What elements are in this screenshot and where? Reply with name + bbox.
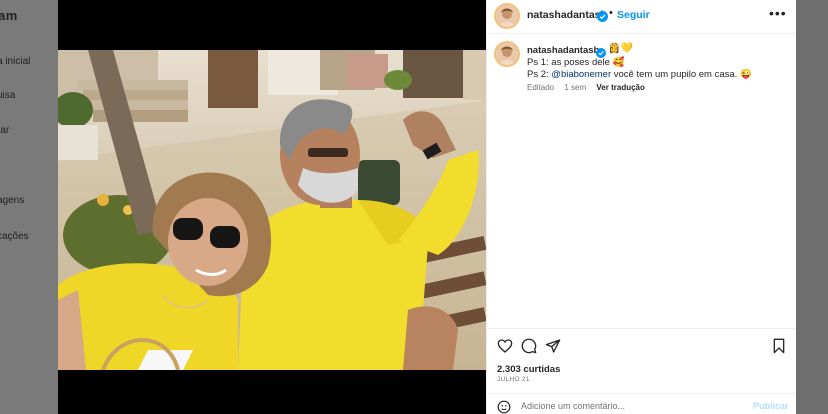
emoji-icon[interactable] — [497, 400, 511, 414]
sidebar: am a inicial uisa rar agens cações — [0, 0, 58, 414]
comment-input[interactable] — [521, 399, 741, 413]
verified-badge-icon — [596, 45, 606, 58]
author-avatar[interactable] — [494, 3, 520, 29]
post-modal: natashadantasb • Seguir ••• natashadanta… — [58, 0, 796, 414]
author-username[interactable]: natashadantasb — [527, 9, 607, 21]
see-translation-link[interactable]: Ver tradução — [596, 83, 644, 92]
caption-username[interactable]: natashadantasb — [527, 45, 599, 56]
post-details-panel: natashadantasb • Seguir ••• natashadanta… — [486, 0, 796, 414]
follow-button[interactable]: Seguir — [617, 9, 650, 21]
verified-badge-icon — [597, 9, 608, 22]
caption-line-2-prefix: Ps 2: — [527, 69, 552, 80]
separator-dot: • — [609, 7, 613, 19]
sidebar-item-search[interactable]: uisa — [0, 90, 15, 101]
sidebar-item-explore[interactable]: rar — [0, 125, 9, 136]
post-date: JULHO 21 — [497, 376, 530, 383]
share-icon[interactable] — [545, 338, 561, 354]
edited-label: Editado — [527, 83, 555, 92]
post-media[interactable] — [58, 0, 486, 414]
comment-bar: Publicar — [487, 393, 796, 414]
mention-link[interactable]: @biabonemer — [551, 69, 611, 80]
backdrop-right[interactable] — [796, 0, 828, 414]
sidebar-item-notifications[interactable]: cações — [0, 231, 29, 242]
more-options-icon[interactable]: ••• — [769, 5, 787, 21]
caption-avatar[interactable] — [494, 41, 520, 67]
instagram-logo[interactable]: am — [0, 8, 18, 23]
caption-line-2-suffix: você tem um pupilo em casa. 😜 — [611, 69, 752, 80]
bookmark-icon[interactable] — [771, 338, 787, 354]
caption-emojis: 👸💛 — [608, 43, 633, 54]
publish-button[interactable]: Publicar — [753, 401, 789, 411]
likes-count[interactable]: 2.303 curtidas — [497, 364, 560, 375]
sidebar-item-home[interactable]: a inicial — [0, 56, 30, 67]
post-age[interactable]: 1 sem — [564, 83, 586, 92]
caption-line-1: Ps 1: as poses dele 🥰 — [527, 57, 625, 68]
heart-icon[interactable] — [497, 338, 513, 354]
post-photo — [58, 50, 486, 370]
post-actions: 2.303 curtidas JULHO 21 Publicar — [487, 328, 796, 414]
comment-icon[interactable] — [521, 338, 537, 354]
sidebar-item-messages[interactable]: agens — [0, 195, 24, 206]
caption-meta: Editado 1 sem Ver tradução — [527, 83, 653, 92]
post-header: natashadantasb • Seguir ••• — [487, 0, 796, 34]
caption-line-2: Ps 2: @biabonemer você tem um pupilo em … — [527, 69, 752, 80]
